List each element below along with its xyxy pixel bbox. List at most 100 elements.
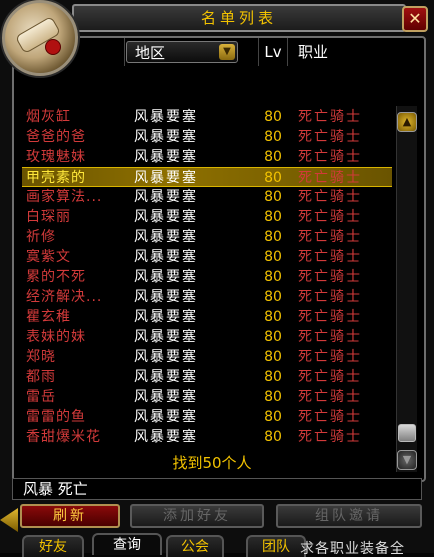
player-class: 死亡骑士 xyxy=(298,389,362,405)
table-row[interactable]: 甲壳素的 风暴要塞 80 死亡骑士 xyxy=(22,167,392,187)
player-zone: 风暴要塞 xyxy=(134,189,198,205)
player-class: 死亡骑士 xyxy=(298,249,362,265)
player-level: 80 xyxy=(264,229,282,245)
player-name: 香甜爆米花 xyxy=(26,429,101,445)
player-class: 死亡骑士 xyxy=(298,149,362,165)
player-level: 80 xyxy=(264,109,282,125)
table-row[interactable]: 烟灰缸 风暴要塞 80 死亡骑士 xyxy=(22,107,392,127)
player-level: 80 xyxy=(264,369,282,385)
column-class-header[interactable]: 职业 xyxy=(292,38,398,66)
tab-friends[interactable]: 好友 xyxy=(22,535,84,557)
table-row[interactable]: 经济解决... 风暴要塞 80 死亡骑士 xyxy=(22,287,392,307)
group-invite-button[interactable]: 组队邀请 xyxy=(276,504,422,528)
player-name: 郑晓 xyxy=(26,349,56,365)
player-class: 死亡骑士 xyxy=(298,109,362,125)
refresh-button[interactable]: 刷新 xyxy=(20,504,120,528)
table-row[interactable]: 瞿玄稚 风暴要塞 80 死亡骑士 xyxy=(22,307,392,327)
column-level-header[interactable]: Lv xyxy=(258,38,288,66)
player-zone: 风暴要塞 xyxy=(134,109,198,125)
zone-dropdown[interactable]: 地区 ▼ xyxy=(126,41,238,63)
tab-guild[interactable]: 公会 xyxy=(166,535,224,557)
player-class: 死亡骑士 xyxy=(298,429,362,445)
player-zone: 风暴要塞 xyxy=(134,209,198,225)
table-row[interactable]: 都雨 风暴要塞 80 死亡骑士 xyxy=(22,367,392,387)
player-zone: 风暴要塞 xyxy=(134,329,198,345)
player-zone: 风暴要塞 xyxy=(134,170,198,186)
table-row[interactable]: 爸爸的爸 风暴要塞 80 死亡骑士 xyxy=(22,127,392,147)
player-level: 80 xyxy=(264,170,282,186)
player-class: 死亡骑士 xyxy=(298,129,362,145)
player-zone: 风暴要塞 xyxy=(134,429,198,445)
table-row[interactable]: 祈修 风暴要塞 80 死亡骑士 xyxy=(22,227,392,247)
table-row[interactable]: 雷岳 风暴要塞 80 死亡骑士 xyxy=(22,387,392,407)
player-level: 80 xyxy=(264,349,282,365)
player-zone: 风暴要塞 xyxy=(134,409,198,425)
player-level: 80 xyxy=(264,209,282,225)
player-zone: 风暴要塞 xyxy=(134,369,198,385)
player-level: 80 xyxy=(264,429,282,445)
close-button[interactable]: ✕ xyxy=(402,6,428,32)
table-row[interactable]: 香甜爆米花 风暴要塞 80 死亡骑士 xyxy=(22,427,392,447)
player-name: 白琛丽 xyxy=(26,209,71,225)
player-name: 烟灰缸 xyxy=(26,109,71,125)
scroll-up-icon[interactable]: ▲ xyxy=(397,112,417,132)
scroll-thumb[interactable] xyxy=(398,424,416,442)
search-input[interactable]: 风暴 死亡 xyxy=(12,478,422,500)
player-name: 都雨 xyxy=(26,369,56,385)
player-name: 累的不死 xyxy=(26,269,86,285)
player-class: 死亡骑士 xyxy=(298,329,362,345)
table-row[interactable]: 郑晓 风暴要塞 80 死亡骑士 xyxy=(22,347,392,367)
tab-who[interactable]: 查询 xyxy=(92,533,162,555)
player-zone: 风暴要塞 xyxy=(134,389,198,405)
player-zone: 风暴要塞 xyxy=(134,289,198,305)
player-name: 爸爸的爸 xyxy=(26,129,86,145)
player-name: 画家算法... xyxy=(26,189,103,205)
player-level: 80 xyxy=(264,329,282,345)
player-zone: 风暴要塞 xyxy=(134,229,198,245)
table-row[interactable]: 寞紫文 风暴要塞 80 死亡骑士 xyxy=(22,247,392,267)
table-row[interactable]: 累的不死 风暴要塞 80 死亡骑士 xyxy=(22,267,392,287)
add-friend-button[interactable]: 添加好友 xyxy=(130,504,264,528)
player-name: 祈修 xyxy=(26,229,56,245)
player-list: 烟灰缸 风暴要塞 80 死亡骑士 爸爸的爸 风暴要塞 80 死亡骑士 玫瑰魅妹 风暴要塞 80 死亡骑… xyxy=(22,107,392,447)
table-row[interactable]: 雷雷的鱼 风暴要塞 80 死亡骑士 xyxy=(22,407,392,427)
player-name: 表妹的妹 xyxy=(26,329,86,345)
player-level: 80 xyxy=(264,189,282,205)
player-class: 死亡骑士 xyxy=(298,269,362,285)
player-name: 雷雷的鱼 xyxy=(26,409,86,425)
table-row[interactable]: 画家算法... 风暴要塞 80 死亡骑士 xyxy=(22,187,392,207)
player-class: 死亡骑士 xyxy=(298,170,362,186)
player-name: 寞紫文 xyxy=(26,249,71,265)
who-list-window: 名单列表 ✕ 名字 地区 ▼ Lv 职业 烟灰缸风暴要塞80死亡骑士爸爸的爸风暴… xyxy=(0,0,434,557)
player-name: 瞿玄稚 xyxy=(26,309,71,325)
player-level: 80 xyxy=(264,249,282,265)
scrollbar[interactable]: ▲ ▼ xyxy=(396,106,417,472)
table-row[interactable]: 玫瑰魅妹 风暴要塞 80 死亡骑士 xyxy=(22,147,392,167)
player-zone: 风暴要塞 xyxy=(134,269,198,285)
player-class: 死亡骑士 xyxy=(298,409,362,425)
player-class: 死亡骑士 xyxy=(298,369,362,385)
player-class: 死亡骑士 xyxy=(298,189,362,205)
player-level: 80 xyxy=(264,289,282,305)
player-level: 80 xyxy=(264,409,282,425)
scroll-portrait-icon xyxy=(2,0,78,76)
chevron-down-icon[interactable]: ▼ xyxy=(219,44,235,60)
arrow-left-icon[interactable] xyxy=(0,508,18,532)
player-zone: 风暴要塞 xyxy=(134,129,198,145)
player-level: 80 xyxy=(264,309,282,325)
table-row[interactable]: 表妹的妹 风暴要塞 80 死亡骑士 xyxy=(22,327,392,347)
chat-text: 求各职业装备全 xyxy=(300,541,405,554)
player-class: 死亡骑士 xyxy=(298,349,362,365)
player-zone: 风暴要塞 xyxy=(134,309,198,325)
tab-raid[interactable]: 团队 xyxy=(246,535,306,557)
player-level: 80 xyxy=(264,129,282,145)
player-level: 80 xyxy=(264,149,282,165)
player-class: 死亡骑士 xyxy=(298,309,362,325)
player-class: 死亡骑士 xyxy=(298,289,362,305)
player-class: 死亡骑士 xyxy=(298,229,362,245)
player-level: 80 xyxy=(264,269,282,285)
player-name: 经济解决... xyxy=(26,289,103,305)
table-row[interactable]: 白琛丽 风暴要塞 80 死亡骑士 xyxy=(22,207,392,227)
player-zone: 风暴要塞 xyxy=(134,149,198,165)
player-name: 玫瑰魅妹 xyxy=(26,149,86,165)
